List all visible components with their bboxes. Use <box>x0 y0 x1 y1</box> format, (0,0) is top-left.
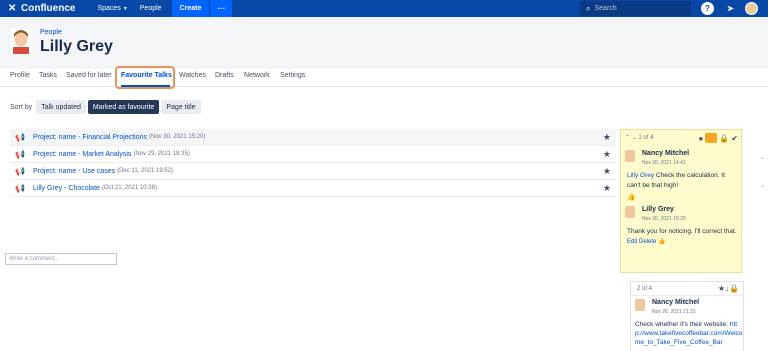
comment: Lilly Grey Nov 30, 2021 15:20 Thank you … <box>625 206 739 250</box>
tab-highlight-box <box>115 66 175 89</box>
talk-date: (Dec 11, 2021 19:52) <box>117 168 174 174</box>
edit-delete-links[interactable]: Edit Delete <box>627 239 656 245</box>
profile-header <box>0 17 768 69</box>
lock-icon[interactable]: 🔒 <box>729 284 739 293</box>
megaphone-icon: 📢 <box>15 149 25 159</box>
search-icon: ⌕ <box>586 3 591 13</box>
nav-people-label: People <box>139 5 162 12</box>
avatar <box>635 299 645 311</box>
comment-author[interactable]: Nancy Mitchel <box>652 299 699 306</box>
talk-list: 📢 Project: name - Financial Projections … <box>10 129 616 197</box>
comment-input[interactable]: Write a comment... <box>5 253 117 265</box>
divider <box>631 295 745 296</box>
like-icon[interactable]: 👍 <box>658 239 665 245</box>
sort-label: Sort by <box>10 103 33 111</box>
list-item[interactable]: 📢 Project: name - Use cases (Dec 11, 202… <box>10 163 616 180</box>
megaphone-icon: 📢 <box>15 132 25 142</box>
chevron-down-icon: ▼ <box>122 5 128 12</box>
user-avatar[interactable] <box>745 2 758 15</box>
talk-title[interactable]: Lilly Grey - Chocolate <box>33 185 100 192</box>
avatar <box>625 206 635 218</box>
star-icon[interactable]: ★ <box>603 132 611 143</box>
help-icon[interactable]: ? <box>701 2 714 15</box>
star-icon[interactable]: ★ <box>603 183 611 194</box>
talk-popup: ⌃ ⌄ 1 of 4 ● 🔒 ✔ Nancy Mitchel Nov 30, 2… <box>620 129 742 273</box>
more-icon: ··· <box>217 4 226 13</box>
megaphone-icon: 📢 <box>15 166 25 176</box>
confluence-logo[interactable]: ✕ Confluence <box>8 3 75 14</box>
page-title: Lilly Grey <box>40 38 113 55</box>
nav-spaces[interactable]: Spaces ▼ <box>97 5 127 12</box>
star-icon[interactable]: ★ <box>603 149 611 160</box>
favourite-star-icon[interactable] <box>705 133 718 143</box>
comment-date: Nov 30, 2021 14:41 <box>642 160 686 166</box>
talk-title[interactable]: Project: name - Use cases <box>33 168 115 175</box>
nav-spaces-label: Spaces <box>97 5 121 12</box>
profile-avatar <box>10 28 32 54</box>
talk-actions: ● 🔒 ✔ <box>696 133 738 143</box>
chevron-down-icon[interactable]: ⌄ <box>760 182 765 189</box>
comment-text: Thank you for noticing. I'll correct tha… <box>627 228 737 235</box>
comment: Nancy Mitchel Nov 30, 2021 14:41 Lilly G… <box>625 150 739 202</box>
comment-author[interactable]: Nancy Mitchel <box>642 150 689 157</box>
avatar <box>625 150 635 162</box>
notification-icon[interactable]: ➤ <box>724 2 737 15</box>
comment-actions[interactable]: Edit Delete 👍 <box>627 238 666 245</box>
talk-title[interactable]: Project: name - Market Analysis <box>33 151 131 158</box>
app-name: Confluence <box>21 3 76 14</box>
tab-watches[interactable]: Watches <box>179 72 206 79</box>
confluence-icon: ✕ <box>8 2 17 14</box>
sort-talk-updated-button[interactable]: Talk updated <box>36 100 86 114</box>
talk-date: (Nov 30, 2021 15:20) <box>149 134 206 140</box>
list-item[interactable]: 📢 Project: name - Market Analysis (Nov 2… <box>10 146 616 163</box>
talk-counter: 2 of 4 <box>637 286 653 292</box>
more-button[interactable]: ··· <box>210 0 233 17</box>
comment-date: Nov 26, 2021 21:21 <box>652 309 696 315</box>
talk-counter: ⌃ ⌄ 1 of 4 <box>625 134 653 141</box>
megaphone-icon: 📢 <box>15 183 25 193</box>
breadcrumb[interactable]: People <box>40 29 62 36</box>
star-icon[interactable]: ★ <box>718 284 725 293</box>
tab-network[interactable]: Network <box>244 72 270 79</box>
lock-icon[interactable]: 🔒 <box>719 134 729 143</box>
talk-counter-label: 1 of 4 <box>638 135 654 141</box>
search-input[interactable]: ⌕ Search <box>580 1 691 16</box>
sort-marked-as-favourite-button[interactable]: Marked as favourite <box>87 100 160 114</box>
comment-body: Check whether it's their website: <box>635 321 729 328</box>
sort-page-title-button[interactable]: Page title <box>161 100 201 114</box>
comment: Nancy Mitchel Nov 26, 2021 21:21 Check w… <box>633 299 747 349</box>
nav-people[interactable]: People <box>140 5 162 12</box>
create-button-label: Create <box>179 5 202 12</box>
create-button[interactable]: Create <box>171 0 210 17</box>
talk-card: 2 of 4 ★↓🔒 Nancy Mitchel Nov 26, 2021 21… <box>630 281 747 351</box>
tab-settings[interactable]: Settings <box>280 72 305 79</box>
check-icon[interactable]: ✔ <box>731 134 738 143</box>
list-item[interactable]: 📢 Project: name - Financial Projections … <box>10 129 616 146</box>
talk-title[interactable]: Project: name - Financial Projections <box>33 134 147 141</box>
comment-author[interactable]: Lilly Grey <box>642 206 674 213</box>
chevron-up-icon[interactable]: ⌃ <box>625 135 630 141</box>
chevron-down-icon[interactable]: ⌄ <box>632 135 637 141</box>
chevron-up-icon[interactable]: ⌃ <box>760 157 765 164</box>
list-item[interactable]: 📢 Lilly Grey - Chocolate (Oct 21, 2021 1… <box>10 180 616 197</box>
star-icon[interactable]: ★ <box>603 166 611 177</box>
user-icon: ● <box>698 133 704 143</box>
mention[interactable]: Lilly Grey <box>627 172 654 179</box>
tab-tasks[interactable]: Tasks <box>39 72 57 79</box>
search-placeholder: Search <box>594 5 617 12</box>
tab-drafts[interactable]: Drafts <box>215 72 234 79</box>
talk-date: (Oct 21, 2021 10:38) <box>101 185 157 191</box>
tab-profile[interactable]: Profile <box>10 72 30 79</box>
talk-card-actions: ★↓🔒 <box>718 284 739 293</box>
comment-date: Nov 30, 2021 15:20 <box>642 216 686 222</box>
comment-text: Check whether it's their website: http:/… <box>635 320 743 347</box>
sort-bar: Sort by Talk updated Marked as favourite… <box>10 100 203 114</box>
tab-saved-for-later[interactable]: Saved for later <box>66 72 112 79</box>
talk-date: (Nov 29, 2021 18:35) <box>133 151 190 157</box>
comment-text: Lilly Grey Check the calculation. It can… <box>627 171 737 191</box>
like-icon[interactable]: 👍 <box>627 193 636 201</box>
